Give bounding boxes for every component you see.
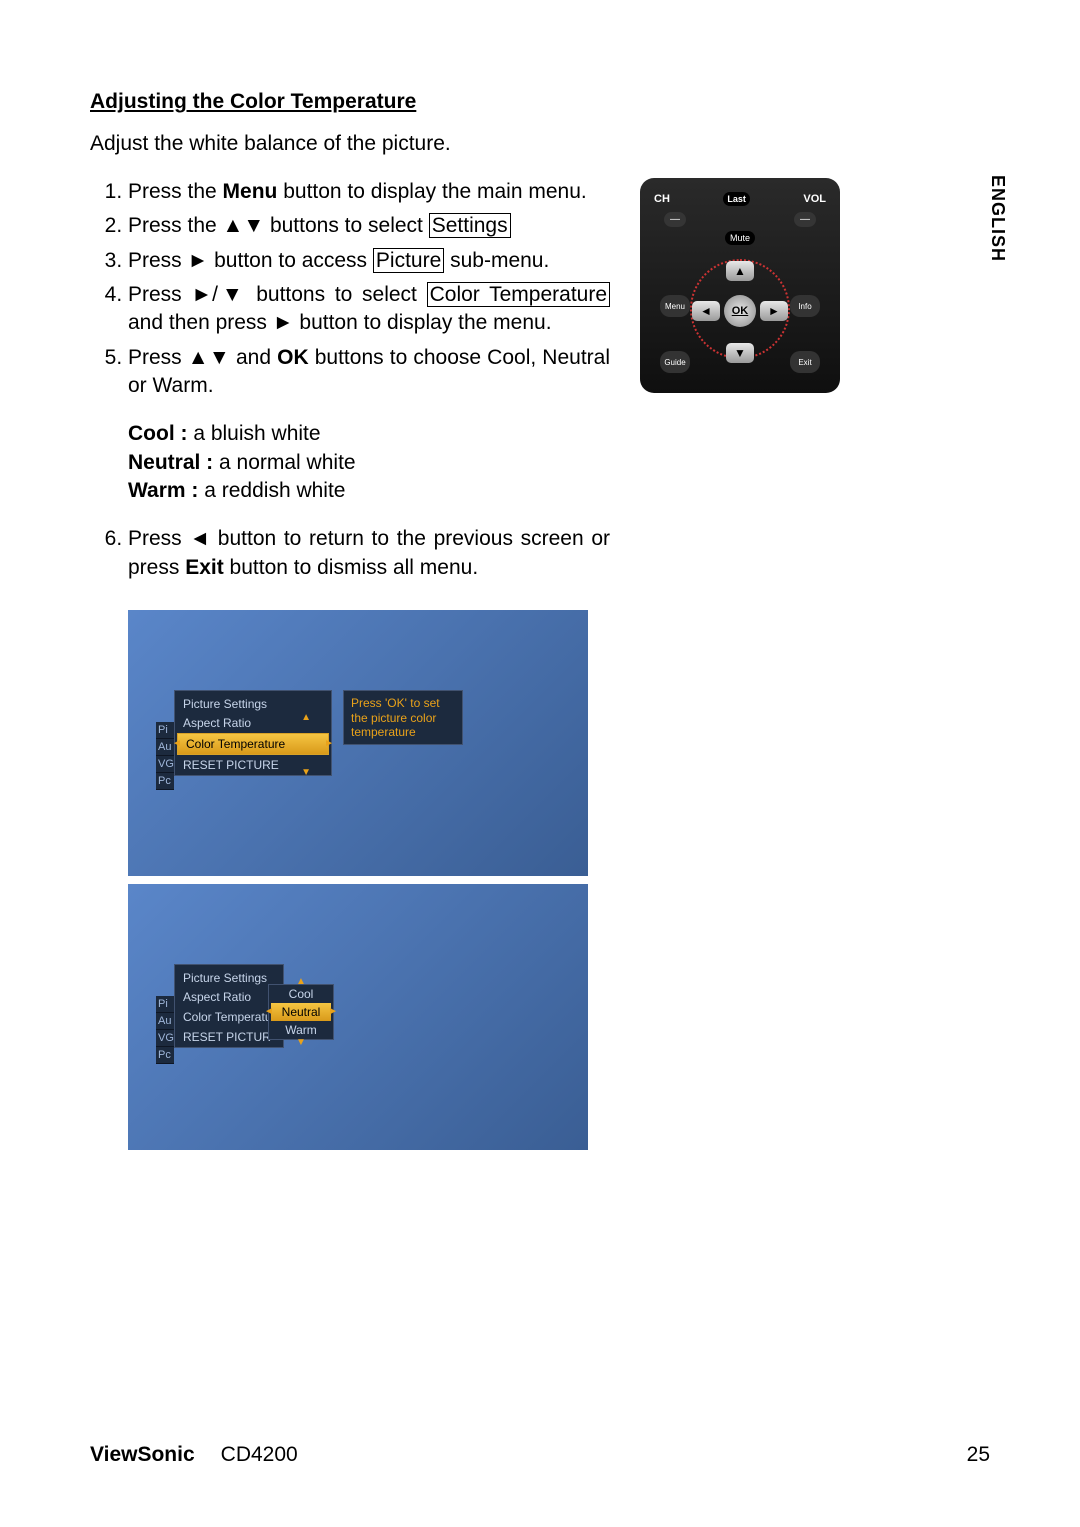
- instructions-column: Press the Menu button to display the mai…: [90, 178, 610, 1150]
- osd1-sidebar: Pi Au VG Pc: [156, 722, 174, 790]
- osd2-sb-item: Pc: [156, 1047, 174, 1064]
- osd2-sb-item: Au: [156, 1013, 174, 1030]
- step-2: Press the ▲▼ buttons to select Settings: [128, 212, 610, 240]
- menu-bold: Menu: [223, 180, 278, 203]
- remote-wheel: Menu Info Guide Exit ▲ ▼ ◄ ► OK: [660, 247, 820, 377]
- osd-screen-1: Pi Au VG Pc Picture Settings Aspect Rati…: [128, 610, 588, 876]
- osd1-panel: Picture Settings Aspect Ratio▲ ◄Color Te…: [174, 690, 332, 776]
- t: Color Temperature: [186, 737, 285, 751]
- t: sub-menu.: [444, 249, 549, 272]
- footer-model: CD4200: [221, 1443, 298, 1467]
- remote-sub-row: — —: [650, 212, 830, 233]
- arrow-right-icon: ►: [324, 738, 334, 749]
- step-5: Press ▲▼ and OK buttons to choose Cool, …: [128, 344, 610, 506]
- osd2-popup: ▲Cool ◄Neutral► Warm▼: [268, 984, 334, 1040]
- osd2-sb-item: VG: [156, 1030, 174, 1047]
- osd-screenshots: Pi Au VG Pc Picture Settings Aspect Rati…: [128, 610, 588, 1150]
- arrow-left-icon: ◄: [172, 738, 182, 749]
- caret-down-icon: ▼: [296, 1037, 306, 1048]
- neutral-label: Neutral :: [128, 451, 219, 474]
- osd1-tooltip: Press 'OK' to set the picture color temp…: [343, 690, 463, 745]
- menu-button: Menu: [660, 295, 690, 317]
- cool-label: Cool :: [128, 422, 193, 445]
- color-temp-box: Color Temperature: [427, 282, 610, 307]
- mute-button: Mute: [725, 231, 755, 245]
- vol-label: VOL: [803, 193, 826, 205]
- osd1-panel-header: Picture Settings: [175, 691, 331, 713]
- page-footer: ViewSonic CD4200 25: [90, 1443, 990, 1467]
- last-button: Last: [723, 192, 750, 206]
- section-heading: Adjusting the Color Temperature: [90, 90, 990, 114]
- t: Press ► button to access: [128, 249, 373, 272]
- osd1-sb-item: Pc: [156, 773, 174, 790]
- t: Warm: [285, 1023, 317, 1037]
- t: button to display the main menu.: [277, 180, 586, 203]
- caret-down-icon: ▼: [301, 767, 311, 778]
- remote-illustration: CH Last VOL — — Mute Menu Info Guide Exi…: [640, 178, 840, 393]
- t: and then press ► button to display the m…: [128, 311, 552, 334]
- warm-label: Warm :: [128, 479, 204, 502]
- exit-button: Exit: [790, 351, 820, 373]
- osd1-sb-item: VG: [156, 756, 174, 773]
- step-4: Press ►/▼ buttons to select Color Temper…: [128, 281, 610, 338]
- right-arrow-button: ►: [760, 301, 788, 321]
- t: Press the: [128, 180, 223, 203]
- osd2-item-aspect: Aspect Ratio: [175, 987, 283, 1007]
- left-arrow-button: ◄: [692, 301, 720, 321]
- osd2-sidebar: Pi Au VG Pc: [156, 996, 174, 1064]
- osd2-opt-neutral-selected: ◄Neutral►: [271, 1003, 331, 1021]
- osd2-panel-header: Picture Settings: [175, 965, 283, 987]
- osd1-sb-item: Pi: [156, 722, 174, 739]
- settings-box: Settings: [429, 213, 511, 238]
- osd2-opt-warm: Warm▼: [269, 1021, 333, 1039]
- minus-icon: —: [664, 212, 686, 227]
- ok-bold: OK: [277, 346, 309, 369]
- caret-up-icon: ▲: [301, 712, 311, 723]
- t: RESET PICTURE: [183, 758, 279, 772]
- t: Aspect Ratio: [183, 716, 251, 730]
- caret-up-icon: ▲: [296, 976, 306, 987]
- osd2-sb-item: Pi: [156, 996, 174, 1013]
- step-list: Press the Menu button to display the mai…: [90, 178, 610, 582]
- t: Press the ▲▼ buttons to select: [128, 214, 429, 237]
- info-button: Info: [790, 295, 820, 317]
- picture-box: Picture: [373, 248, 444, 273]
- page-number: 25: [967, 1443, 990, 1467]
- plus-icon: —: [794, 212, 816, 227]
- osd2-opt-cool: ▲Cool: [269, 985, 333, 1003]
- guide-button: Guide: [660, 351, 690, 373]
- content-row: Press the Menu button to display the mai…: [90, 178, 990, 1150]
- osd2-item-reset: RESET PICTUR: [175, 1027, 283, 1047]
- t: Cool: [289, 987, 314, 1001]
- footer-left: ViewSonic CD4200: [90, 1443, 298, 1467]
- manual-page: ENGLISH Adjusting the Color Temperature …: [0, 0, 1080, 1527]
- step-3: Press ► button to access Picture sub-men…: [128, 247, 610, 275]
- remote-top-row: CH Last VOL: [650, 192, 830, 212]
- up-arrow-button: ▲: [726, 261, 754, 281]
- intro-text: Adjust the white balance of the picture.: [90, 132, 990, 156]
- color-descriptions: Cool : a bluish white Neutral : a normal…: [128, 420, 610, 505]
- language-tab: ENGLISH: [987, 175, 1008, 262]
- osd1-item-colortemp-selected: ◄Color Temperature►: [177, 733, 329, 755]
- arrow-right-icon: ►: [328, 1006, 338, 1017]
- t: Press ►/▼ buttons to select: [128, 283, 427, 306]
- osd1-item-aspect: Aspect Ratio ▲: [175, 713, 331, 733]
- osd1-item-reset: RESET PICTURE ▼: [175, 755, 331, 775]
- step-1: Press the Menu button to display the mai…: [128, 178, 610, 206]
- t: button to dismiss all menu.: [224, 556, 478, 579]
- t: Neutral: [282, 1005, 321, 1019]
- arrow-left-icon: ◄: [264, 1006, 274, 1017]
- t: Press ▲▼ and: [128, 346, 277, 369]
- ok-button: OK: [724, 295, 756, 327]
- cool-text: a bluish white: [193, 422, 320, 445]
- osd-screen-2: Pi Au VG Pc Picture Settings Aspect Rati…: [128, 884, 588, 1150]
- exit-bold: Exit: [185, 556, 224, 579]
- ch-label: CH: [654, 193, 670, 205]
- down-arrow-button: ▼: [726, 343, 754, 363]
- footer-brand: ViewSonic: [90, 1443, 195, 1467]
- mute-row: Mute: [650, 233, 830, 243]
- warm-text: a reddish white: [204, 479, 345, 502]
- step-6: Press ◄ button to return to the previous…: [128, 525, 610, 582]
- neutral-text: a normal white: [219, 451, 356, 474]
